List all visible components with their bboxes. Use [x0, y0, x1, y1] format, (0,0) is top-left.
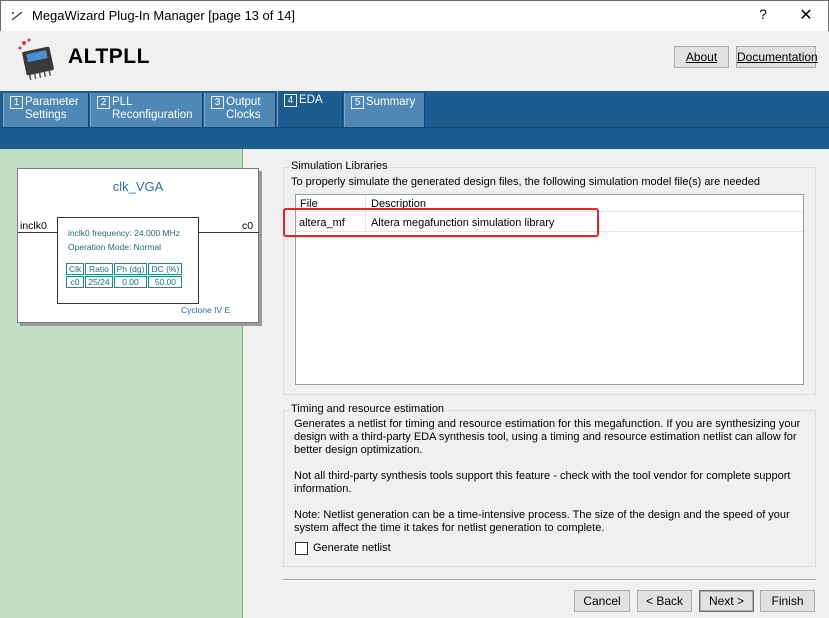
tab-label-line2: Reconfiguration [112, 109, 193, 121]
next-button[interactable]: Next > [699, 590, 754, 612]
red-highlight-box [283, 208, 599, 237]
product-name: ALTPLL [68, 45, 150, 68]
finish-button[interactable]: Finish [760, 590, 815, 612]
about-label: About [685, 50, 718, 64]
simulation-description: To properly simulate the generated desig… [291, 176, 760, 188]
output-pin-label: c0 [242, 220, 254, 232]
timing-paragraph-1: Generates a netlist for timing and resou… [294, 418, 801, 456]
block-symbol: clk_VGA inclk0 c0 inclk0 frequency: 24.0… [17, 168, 259, 323]
timing-paragraph-3: Note: Netlist generation can be a time-i… [294, 509, 790, 534]
documentation-button[interactable]: Documentation [736, 46, 818, 68]
clock-table-cell: 25/24 [85, 276, 113, 288]
window-title: MegaWizard Plug-In Manager [page 13 of 1… [32, 8, 296, 23]
title-bar: MegaWizard Plug-In Manager [page 13 of 1… [0, 0, 829, 31]
cancel-button[interactable]: Cancel [574, 590, 630, 612]
generate-netlist-label[interactable]: Generate netlist [313, 542, 391, 554]
output-pin-line [199, 232, 259, 233]
mode-text: Operation Mode: Normal [68, 242, 162, 252]
tab-label: Output [226, 96, 261, 108]
clock-table: Clk Ratio Ph (dg) DC (%) c0 25/24 0.00 5… [65, 262, 183, 289]
symbol-name: clk_VGA [112, 179, 164, 194]
frequency-text: inclk0 frequency: 24.000 MHz [68, 228, 180, 238]
tab-number: 3 [211, 96, 224, 109]
clock-table-header: Ratio [85, 263, 113, 275]
documentation-label: Documentation [737, 50, 818, 64]
tab-pll-reconfiguration[interactable]: 2 PLL Reconfiguration [90, 93, 203, 127]
tab-output-clocks[interactable]: 3 Output Clocks [204, 93, 276, 127]
simulation-legend: Simulation Libraries [290, 160, 389, 172]
clock-table-cell: c0 [66, 276, 85, 288]
tab-eda[interactable]: 4 EDA [277, 91, 343, 127]
tab-number: 2 [97, 96, 110, 109]
footer-separator [283, 579, 816, 581]
tab-number: 5 [351, 96, 364, 109]
chip-logo-icon [18, 38, 54, 81]
input-pin-line [18, 232, 57, 233]
tab-label-line2: Clocks [226, 109, 261, 121]
wizard-header: ALTPLL About Documentation [0, 31, 829, 91]
tab-label: Summary [366, 96, 416, 108]
tab-label: PLL [112, 96, 133, 108]
close-button[interactable]: ✕ [795, 5, 817, 25]
pll-block: inclk0 frequency: 24.000 MHz Operation M… [57, 217, 199, 304]
help-button[interactable]: ? [753, 6, 773, 22]
tab-number: 1 [10, 96, 23, 109]
timing-legend: Timing and resource estimation [290, 403, 446, 415]
generate-netlist-checkbox[interactable] [295, 542, 308, 555]
timing-paragraph-2: Not all third-party synthesis tools supp… [294, 470, 791, 495]
tab-parameter-settings[interactable]: 1 Parameter Settings [3, 93, 89, 127]
input-pin-label: inclk0 [20, 220, 47, 232]
about-button[interactable]: About [674, 46, 729, 68]
wizard-tabbar: 1 Parameter Settings 2 PLL Reconfiguration 3… [0, 91, 829, 127]
tab-label-line2: Settings [25, 109, 67, 121]
back-button[interactable]: < Back [637, 590, 692, 612]
tab-summary[interactable]: 5 Summary [344, 93, 425, 127]
clock-table-header: Clk [66, 263, 85, 275]
clock-table-cell: 0.00 [113, 276, 148, 288]
device-family: Cyclone IV E [181, 305, 231, 315]
tab-subbar [0, 127, 829, 149]
wand-icon [11, 11, 23, 21]
clock-table-header: Ph (dg) [113, 263, 148, 275]
clock-table-header: DC (%) [148, 263, 183, 275]
clock-table-cell: 50.00 [148, 276, 183, 288]
tab-label: Parameter [25, 96, 79, 108]
tab-number: 4 [284, 94, 297, 107]
tab-label: EDA [299, 94, 323, 106]
